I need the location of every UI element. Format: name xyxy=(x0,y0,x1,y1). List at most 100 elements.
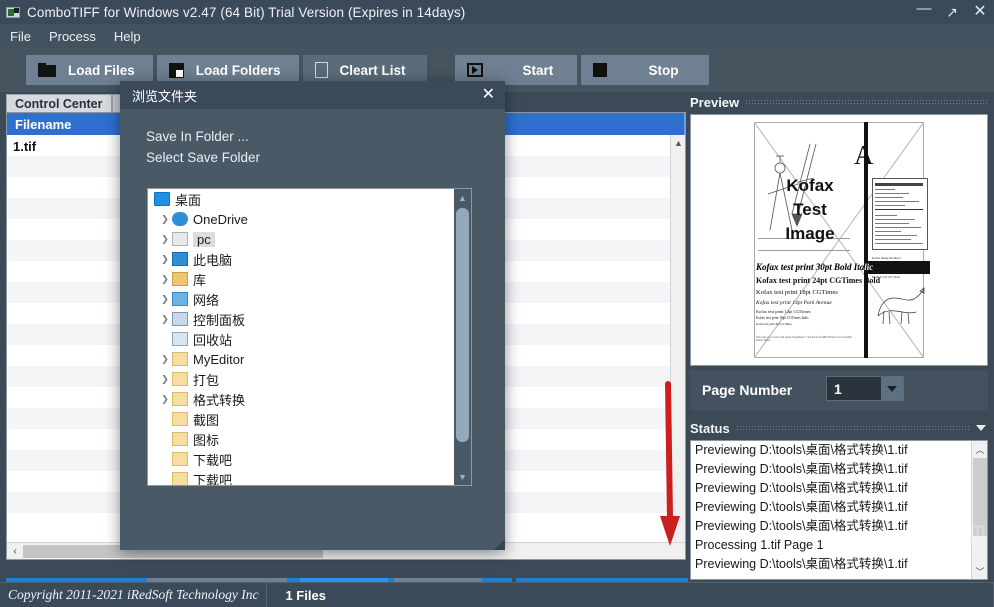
page-number-label: Page Number xyxy=(702,382,793,398)
preview-heading-1: Kofax xyxy=(786,176,834,195)
column-header-filename[interactable]: Filename xyxy=(7,113,137,135)
chevron-right-icon[interactable]: ❯ xyxy=(158,294,172,305)
status-log-list[interactable]: Previewing D:\tools\桌面\格式转换\1.tif Previe… xyxy=(690,440,988,580)
preview-sample-6: Kofax test print 10pt CGTimes Italic xyxy=(756,316,809,320)
scroll-down-icon[interactable]: ▼ xyxy=(454,468,471,485)
close-icon[interactable]: ✕ xyxy=(482,87,495,103)
tree-item-network[interactable]: ❯ 网络 xyxy=(148,289,471,309)
tree-item-desktop[interactable]: 桌面 xyxy=(148,189,471,209)
scroll-thumb[interactable] xyxy=(973,458,987,536)
window-title-bar: ComboTIFF for Windows v2.47 (64 Bit) Tri… xyxy=(0,0,994,24)
preview-heading-2: Test xyxy=(793,200,827,219)
chevron-right-icon[interactable]: ❯ xyxy=(158,314,172,325)
preview-heading-3: Image xyxy=(785,224,835,243)
computer-icon xyxy=(172,252,188,266)
stop-button[interactable]: Stop xyxy=(580,55,709,85)
close-button[interactable]: ✕ xyxy=(966,0,994,24)
preview-sample-4: Kofax test print 14pt Park Avenue xyxy=(756,300,832,306)
chevron-right-icon[interactable]: ❯ xyxy=(158,254,172,265)
status-group-header: Status xyxy=(690,418,988,438)
tree-item-library[interactable]: ❯ 库 xyxy=(148,269,471,289)
desktop-icon xyxy=(154,192,170,206)
tree-item-download-2[interactable]: 下载吧 xyxy=(148,469,471,485)
dialog-title-bar: 浏览文件夹 ✕ xyxy=(120,81,505,109)
scroll-thumb[interactable] xyxy=(456,208,469,442)
tree-item-myeditor[interactable]: ❯ MyEditor xyxy=(148,349,471,369)
window-controls: — ↗ ✕ xyxy=(910,0,994,24)
dotted-divider xyxy=(735,424,970,432)
tree-item-dabao[interactable]: ❯ 打包 xyxy=(148,369,471,389)
preview-footer: This page was created with Adobe PageMak… xyxy=(756,336,853,343)
tree-item-onedrive[interactable]: ❯ OneDrive xyxy=(148,209,471,229)
status-divider xyxy=(266,582,268,607)
folder-icon xyxy=(172,352,188,366)
network-icon xyxy=(172,292,188,306)
restore-button[interactable]: ↗ xyxy=(938,0,966,24)
scroll-up-icon[interactable]: ▲ xyxy=(454,189,471,206)
caret-down-icon[interactable] xyxy=(976,425,986,431)
preview-subdocument xyxy=(872,178,928,250)
browse-folder-dialog: 浏览文件夹 ✕ Save In Folder ... Select Save F… xyxy=(120,81,505,607)
status-bar: Copyright 2011-2021 iRedSoft Technology … xyxy=(0,582,994,607)
folder-icon xyxy=(172,472,188,485)
cloud-icon xyxy=(172,212,188,226)
chevron-right-icon[interactable]: ❯ xyxy=(158,374,172,385)
folder-icon xyxy=(172,392,188,406)
folder-open-icon xyxy=(168,62,184,78)
tab-control-center[interactable]: Control Center xyxy=(6,94,112,114)
folder-icon xyxy=(38,63,56,77)
chevron-right-icon[interactable]: ❯ xyxy=(158,354,172,365)
tree-item-screenshot[interactable]: 截图 xyxy=(148,409,471,429)
app-icon xyxy=(6,6,21,19)
list-item: Previewing D:\tools\桌面\格式转换\1.tif xyxy=(695,557,908,571)
menu-item-process[interactable]: Process xyxy=(49,29,96,44)
chevron-right-icon[interactable]: ❯ xyxy=(158,394,172,405)
scroll-up-icon[interactable]: ▲ xyxy=(671,135,685,150)
recycle-bin-icon xyxy=(172,332,188,346)
folder-tree[interactable]: 桌面 ❯ OneDrive ❯ pc ❯ 此电脑 ❯ 库 ❯ 网络 ❯ 控制面板… xyxy=(147,188,472,486)
dialog-label-2: Select Save Folder xyxy=(146,149,261,165)
preview-sample-2: Kofax test print 24pt CGTimes Bold xyxy=(756,276,881,285)
library-icon xyxy=(172,272,188,286)
tree-item-format-convert[interactable]: ❯ 格式转换 xyxy=(148,389,471,409)
control-panel-icon xyxy=(172,312,188,326)
dialog-labels: Save In Folder ... Select Save Folder xyxy=(120,109,505,169)
folder-tree-scrollbar[interactable]: ▲ ▼ xyxy=(454,189,471,485)
cell-filename-1[interactable]: 1.tif xyxy=(13,139,36,154)
chevron-right-icon[interactable]: ❯ xyxy=(158,274,172,285)
start-label: Start xyxy=(522,62,554,78)
window-title: ComboTIFF for Windows v2.47 (64 Bit) Tri… xyxy=(27,4,466,20)
user-icon xyxy=(172,232,188,246)
page-number-select[interactable]: 1 xyxy=(826,376,904,401)
preview-image-container[interactable]: A Kofax Test Image Kofax test print 30pt… xyxy=(690,114,988,366)
chevron-right-icon[interactable]: ❯ xyxy=(158,214,172,225)
load-files-label: Load Files xyxy=(68,62,135,78)
menu-bar: File Process Help xyxy=(0,24,994,48)
file-list-scrollbar-vertical[interactable]: ▲ ▼ xyxy=(670,135,685,559)
menu-item-help[interactable]: Help xyxy=(114,29,141,44)
stop-label: Stop xyxy=(648,62,679,78)
dialog-resize-grip[interactable] xyxy=(483,528,505,550)
status-scrollbar[interactable]: ︿ ﹀ xyxy=(971,441,987,579)
tree-item-control-panel[interactable]: ❯ 控制面板 xyxy=(148,309,471,329)
menu-item-file[interactable]: File xyxy=(10,29,31,44)
chevron-right-icon[interactable]: ❯ xyxy=(158,234,172,245)
tree-item-recycle-bin[interactable]: 回收站 xyxy=(148,329,471,349)
preview-letter-A: A xyxy=(854,140,874,170)
dotted-divider xyxy=(745,98,988,106)
status-title: Status xyxy=(690,420,730,436)
tree-item-pc-user[interactable]: ❯ pc xyxy=(148,229,471,249)
scroll-down-icon[interactable]: ﹀ xyxy=(972,563,987,579)
preview-sample-3: Kofax test print 18pt CGTimes xyxy=(756,289,838,296)
chevron-down-icon[interactable] xyxy=(881,377,903,400)
tree-item-icons[interactable]: 图标 xyxy=(148,429,471,449)
tree-item-this-pc[interactable]: ❯ 此电脑 xyxy=(148,249,471,269)
tree-item-download-1[interactable]: 下载吧 xyxy=(148,449,471,469)
minimize-button[interactable]: — xyxy=(910,0,938,24)
preview-panel: Preview A Kofax Test Image Kofax test pr… xyxy=(690,92,988,580)
list-item: Previewing D:\tools\桌面\格式转换\1.tif xyxy=(695,443,908,457)
scroll-up-icon[interactable]: ︿ xyxy=(972,441,987,457)
page-number-bar: Page Number 1 xyxy=(690,370,988,410)
folder-icon xyxy=(172,432,188,446)
scroll-left-icon[interactable]: ‹ xyxy=(7,544,23,559)
